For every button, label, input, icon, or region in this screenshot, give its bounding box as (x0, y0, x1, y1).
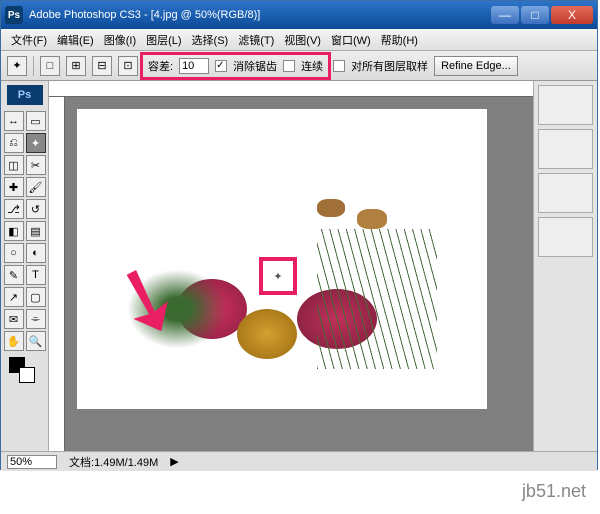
close-button[interactable]: X (551, 6, 593, 24)
canvas-area: ✦ ➘ (49, 81, 533, 451)
tool-zoom[interactable]: 🔍 (26, 331, 46, 351)
menu-filter[interactable]: 滤镜(T) (234, 30, 278, 50)
minimize-button[interactable]: — (491, 6, 519, 24)
sample-all-checkbox[interactable] (333, 60, 345, 72)
options-bar: ✦ □ ⊞ ⊟ ⊡ 容差: 消除锯齿 连续 对所有图层取样 Refine Edg… (1, 51, 597, 81)
ps-logo-icon: Ps (7, 85, 43, 105)
tool-stamp[interactable]: ⎇ (4, 199, 24, 219)
workarea: Ps ↔▭⎌✦◫✂✚🖌⎇↺◧▤○◐✎T↗▢✉⌯✋🔍 (1, 81, 597, 451)
statusbar: 文档:1.49M/1.49M ▶ (1, 451, 597, 471)
layers-panel[interactable] (538, 217, 593, 257)
titlebar: Ps Adobe Photoshop CS3 - [4.jpg @ 50%(RG… (1, 1, 597, 29)
tool-move[interactable]: ↔ (4, 111, 24, 131)
ruler-vertical[interactable] (49, 97, 65, 451)
menu-file[interactable]: 文件(F) (7, 30, 51, 50)
tool-history[interactable]: ↺ (26, 199, 46, 219)
tool-hand[interactable]: ✋ (4, 331, 24, 351)
menu-layer[interactable]: 图层(L) (142, 30, 185, 50)
tool-eyedrop[interactable]: ⌯ (26, 309, 46, 329)
separator (33, 56, 34, 76)
tool-pen[interactable]: ✎ (4, 265, 24, 285)
color-swatches[interactable] (3, 357, 46, 387)
tool-notes[interactable]: ✉ (4, 309, 24, 329)
tolerance-label: 容差: (148, 58, 173, 74)
tool-type[interactable]: T (26, 265, 46, 285)
chevron-right-icon[interactable]: ▶ (170, 455, 178, 468)
contiguous-label: 连续 (301, 58, 323, 74)
tool-heal[interactable]: ✚ (4, 177, 24, 197)
tolerance-input[interactable] (179, 58, 209, 74)
window-title: Adobe Photoshop CS3 - [4.jpg @ 50%(RGB/8… (29, 9, 491, 21)
app-window: Ps Adobe Photoshop CS3 - [4.jpg @ 50%(RG… (0, 0, 598, 470)
highlighted-options: 容差: 消除锯齿 连续 (144, 56, 327, 76)
doc-size-label: 文档:1.49M/1.49M (69, 454, 158, 470)
color-panel[interactable] (538, 129, 593, 169)
tool-crop[interactable]: ◫ (4, 155, 24, 175)
background-swatch[interactable] (19, 367, 35, 383)
menu-window[interactable]: 窗口(W) (327, 30, 375, 50)
tool-preset-icon[interactable]: ✦ (7, 56, 27, 76)
tool-eraser[interactable]: ◧ (4, 221, 24, 241)
wand-cursor-marker: ✦ (259, 257, 297, 295)
tool-path[interactable]: ↗ (4, 287, 24, 307)
selection-new-icon[interactable]: □ (40, 56, 60, 76)
tool-slice[interactable]: ✂ (26, 155, 46, 175)
menu-view[interactable]: 视图(V) (280, 30, 325, 50)
tool-blur[interactable]: ○ (4, 243, 24, 263)
menu-edit[interactable]: 编辑(E) (53, 30, 98, 50)
zoom-input[interactable] (7, 455, 57, 469)
selection-intersect-icon[interactable]: ⊡ (118, 56, 138, 76)
tool-dodge[interactable]: ◐ (26, 243, 46, 263)
maximize-button[interactable]: □ (521, 6, 549, 24)
refine-edge-button[interactable]: Refine Edge... (434, 56, 518, 76)
watermark: jb51.net (522, 481, 586, 502)
contiguous-checkbox[interactable] (283, 60, 295, 72)
tool-lasso[interactable]: ⎌ (4, 133, 24, 153)
tool-gradient[interactable]: ▤ (26, 221, 46, 241)
antialias-label: 消除锯齿 (233, 58, 277, 74)
tool-shape[interactable]: ▢ (26, 287, 46, 307)
app-icon: Ps (5, 6, 23, 24)
panel-dock (533, 81, 597, 451)
menu-image[interactable]: 图像(I) (100, 30, 140, 50)
selection-sub-icon[interactable]: ⊟ (92, 56, 112, 76)
toolbox: Ps ↔▭⎌✦◫✂✚🖌⎇↺◧▤○◐✎T↗▢✉⌯✋🔍 (1, 81, 49, 451)
tool-wand[interactable]: ✦ (26, 133, 46, 153)
selection-add-icon[interactable]: ⊞ (66, 56, 86, 76)
menu-select[interactable]: 选择(S) (188, 30, 233, 50)
antialias-checkbox[interactable] (215, 60, 227, 72)
sample-all-label: 对所有图层取样 (351, 58, 428, 74)
tool-brush[interactable]: 🖌 (26, 177, 46, 197)
navigator-panel[interactable] (538, 85, 593, 125)
menu-help[interactable]: 帮助(H) (377, 30, 422, 50)
menubar: 文件(F) 编辑(E) 图像(I) 图层(L) 选择(S) 滤镜(T) 视图(V… (1, 29, 597, 51)
tool-marquee[interactable]: ▭ (26, 111, 46, 131)
ruler-horizontal[interactable] (49, 81, 533, 97)
history-panel[interactable] (538, 173, 593, 213)
